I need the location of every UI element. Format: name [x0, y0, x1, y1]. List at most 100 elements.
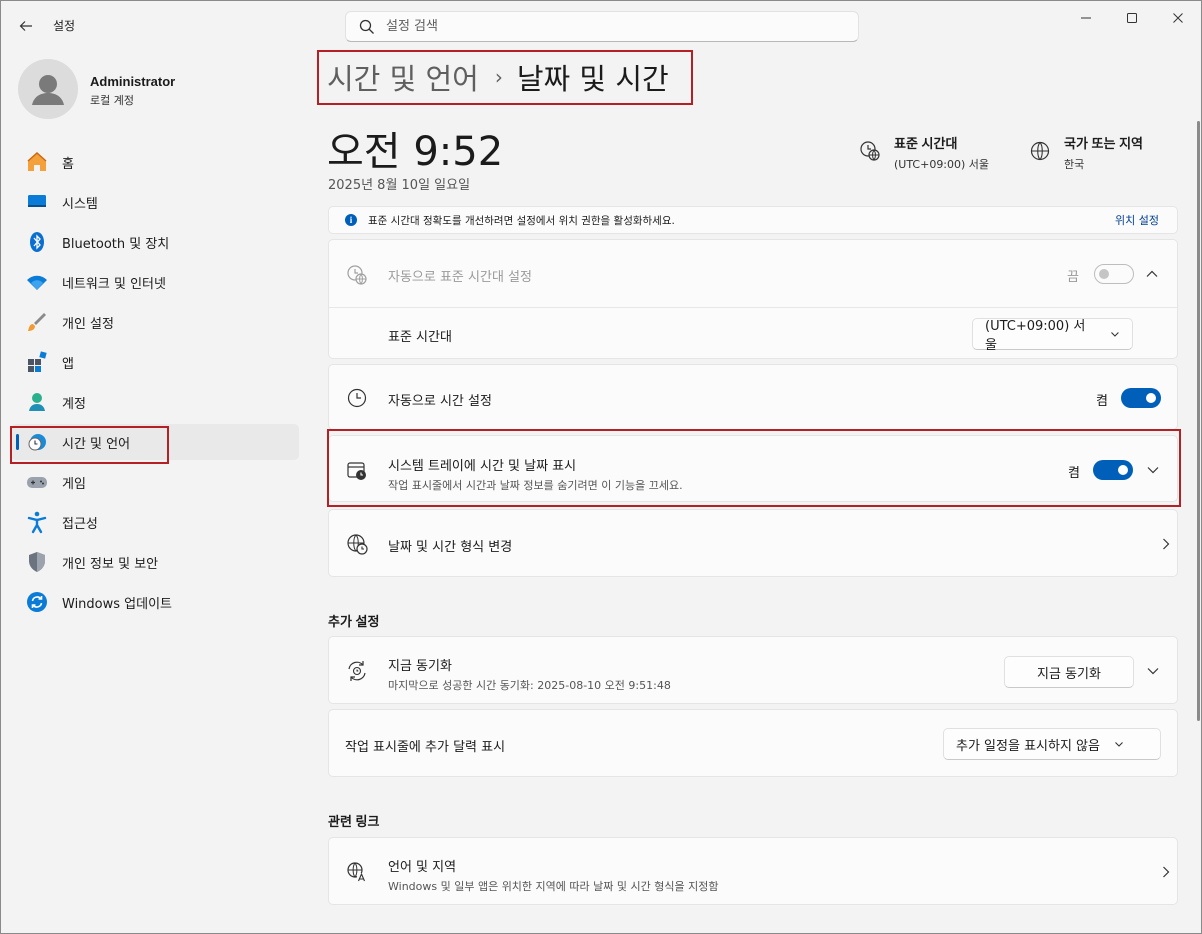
- tray-time-toggle[interactable]: [1093, 460, 1133, 480]
- sidebar-item-personalization[interactable]: 개인 설정: [11, 304, 299, 340]
- breadcrumb: 시간 및 언어 › 날짜 및 시간: [327, 56, 669, 98]
- sidebar-item-label: 개인 설정: [62, 316, 114, 332]
- account-icon: [25, 390, 49, 414]
- calendar-label: 작업 표시줄에 추가 달력 표시: [345, 740, 506, 755]
- sidebar-item-label: 앱: [62, 356, 74, 372]
- auto-timezone-toggle[interactable]: [1094, 264, 1134, 284]
- auto-time-toggle[interactable]: [1121, 388, 1161, 408]
- auto-timezone-label: 자동으로 표준 시간대 설정: [388, 270, 532, 285]
- search-input[interactable]: [386, 19, 826, 34]
- timezone-globe-clock-icon: [347, 265, 367, 285]
- format-card[interactable]: 날짜 및 시간 형식 변경: [328, 509, 1178, 577]
- sidebar-nav: 홈 시스템 Bluetooth 및 장치 네트워크 및 인터넷 개인 설정 앱 …: [11, 144, 299, 624]
- app-title: 설정: [53, 19, 76, 33]
- language-region-label: 언어 및 지역: [388, 860, 457, 875]
- accessibility-icon: [25, 510, 49, 534]
- sync-card[interactable]: 지금 동기화 마지막으로 성공한 시간 동기화: 2025-08-10 오전 9…: [328, 636, 1178, 704]
- language-region-description: Windows 및 일부 앱은 위치한 지역에 따라 날짜 및 시간 형식을 지…: [388, 880, 719, 893]
- minimize-button[interactable]: [1063, 1, 1109, 35]
- user-name: Administrator: [90, 74, 176, 89]
- timezone-summary-value: (UTC+09:00) 서울: [894, 158, 990, 171]
- maximize-icon: [1127, 13, 1137, 23]
- breadcrumb-parent[interactable]: 시간 및 언어: [327, 56, 479, 98]
- region-summary-title: 국가 또는 지역: [1064, 136, 1143, 151]
- sync-now-button[interactable]: 지금 동기화: [1004, 656, 1134, 688]
- sidebar-item-apps[interactable]: 앱: [11, 344, 299, 380]
- wifi-icon: [25, 270, 49, 294]
- sync-label: 지금 동기화: [388, 659, 452, 674]
- brush-icon: [25, 310, 49, 334]
- search-icon: [359, 19, 374, 34]
- sync-last-time: 마지막으로 성공한 시간 동기화: 2025-08-10 오전 9:51:48: [388, 679, 671, 692]
- location-settings-link[interactable]: 위치 설정: [1115, 212, 1159, 228]
- system-icon: [25, 190, 49, 214]
- chevron-right-icon[interactable]: [1159, 865, 1173, 879]
- sidebar-item-label: 계정: [62, 396, 86, 412]
- sidebar-item-system[interactable]: 시스템: [11, 184, 299, 220]
- chevron-up-icon[interactable]: [1145, 267, 1159, 281]
- chevron-down-icon: [1115, 742, 1123, 747]
- tray-time-description: 작업 표시줄에서 시간과 날짜 정보를 숨기려면 이 기능을 끄세요.: [388, 479, 683, 492]
- search-box[interactable]: [345, 11, 859, 42]
- language-icon: [347, 862, 367, 882]
- timezone-label: 표준 시간대: [388, 330, 452, 345]
- close-button[interactable]: [1155, 1, 1201, 35]
- sidebar-item-accessibility[interactable]: 접근성: [11, 504, 299, 540]
- sidebar-item-network[interactable]: 네트워크 및 인터넷: [11, 264, 299, 300]
- sidebar-item-label: Bluetooth 및 장치: [62, 236, 170, 252]
- scrollbar[interactable]: [1197, 121, 1200, 721]
- sidebar-item-home[interactable]: 홈: [11, 144, 299, 180]
- user-icon: [32, 75, 64, 105]
- chevron-right-icon[interactable]: [1159, 537, 1173, 551]
- sidebar-item-windows-update[interactable]: Windows 업데이트: [11, 584, 299, 620]
- account-type: 로컬 계정: [90, 94, 134, 107]
- sidebar-item-privacy[interactable]: 개인 정보 및 보안: [11, 544, 299, 580]
- breadcrumb-separator: ›: [494, 65, 503, 89]
- sidebar-item-label: 홈: [62, 156, 74, 172]
- timezone-globe-clock-icon: [860, 141, 880, 161]
- back-arrow-icon: [19, 21, 32, 31]
- chevron-down-icon[interactable]: [1146, 664, 1160, 678]
- back-button[interactable]: [11, 11, 41, 41]
- tray-time-card[interactable]: 시스템 트레이에 시간 및 날짜 표시 작업 표시줄에서 시간과 날짜 정보를 …: [328, 435, 1178, 502]
- time-language-icon: [25, 430, 49, 454]
- timezone-select[interactable]: (UTC+09:00) 서울: [972, 318, 1133, 353]
- language-region-card[interactable]: 언어 및 지역 Windows 및 일부 앱은 위치한 지역에 따라 날짜 및 …: [328, 837, 1178, 905]
- sidebar-item-time-language[interactable]: 시간 및 언어: [11, 424, 299, 460]
- additional-settings-heading: 추가 설정: [328, 614, 380, 629]
- sidebar-item-gaming[interactable]: 게임: [11, 464, 299, 500]
- sidebar-item-label: Windows 업데이트: [62, 596, 173, 612]
- tray-time-state: 켬: [1068, 466, 1080, 481]
- sidebar-item-label: 시스템: [62, 196, 98, 212]
- sidebar-item-label: 접근성: [62, 516, 98, 532]
- gaming-icon: [25, 470, 49, 494]
- sidebar-item-accounts[interactable]: 계정: [11, 384, 299, 420]
- home-icon: [25, 150, 49, 174]
- apps-icon: [25, 350, 49, 374]
- auto-time-label: 자동으로 시간 설정: [388, 394, 492, 409]
- region-summary-value: 한국: [1064, 158, 1085, 171]
- current-date: 2025년 8월 10일 일요일: [328, 178, 471, 193]
- avatar[interactable]: [18, 59, 78, 119]
- maximize-button[interactable]: [1109, 1, 1155, 35]
- region-summary: 국가 또는 지역 한국: [1028, 133, 1143, 172]
- clock-icon: [347, 388, 367, 408]
- calendar-select[interactable]: 추가 일정을 표시하지 않음: [943, 728, 1161, 760]
- globe-icon: [1030, 141, 1050, 161]
- close-icon: [1173, 13, 1183, 23]
- page-title: 날짜 및 시간: [516, 62, 669, 96]
- info-text: 표준 시간대 정확도를 개선하려면 설정에서 위치 권한을 활성화하세요.: [368, 214, 675, 227]
- shield-icon: [25, 550, 49, 574]
- sidebar-item-label: 개인 정보 및 보안: [62, 556, 159, 572]
- location-info-bar: i 표준 시간대 정확도를 개선하려면 설정에서 위치 권한을 활성화하세요. …: [328, 206, 1178, 234]
- auto-time-card[interactable]: 자동으로 시간 설정 켬: [328, 364, 1178, 430]
- timezone-select-value: (UTC+09:00) 서울: [985, 319, 1086, 353]
- bluetooth-icon: [25, 230, 49, 254]
- sidebar-item-bluetooth[interactable]: Bluetooth 및 장치: [11, 224, 299, 260]
- auto-timezone-row[interactable]: 자동으로 표준 시간대 설정 끔: [329, 240, 1177, 308]
- chevron-down-icon: [1111, 332, 1119, 337]
- chevron-down-icon[interactable]: [1146, 463, 1160, 477]
- calendar-clock-icon: [347, 462, 366, 480]
- calendar-select-value: 추가 일정을 표시하지 않음: [956, 738, 1100, 754]
- related-links-heading: 관련 링크: [328, 814, 380, 829]
